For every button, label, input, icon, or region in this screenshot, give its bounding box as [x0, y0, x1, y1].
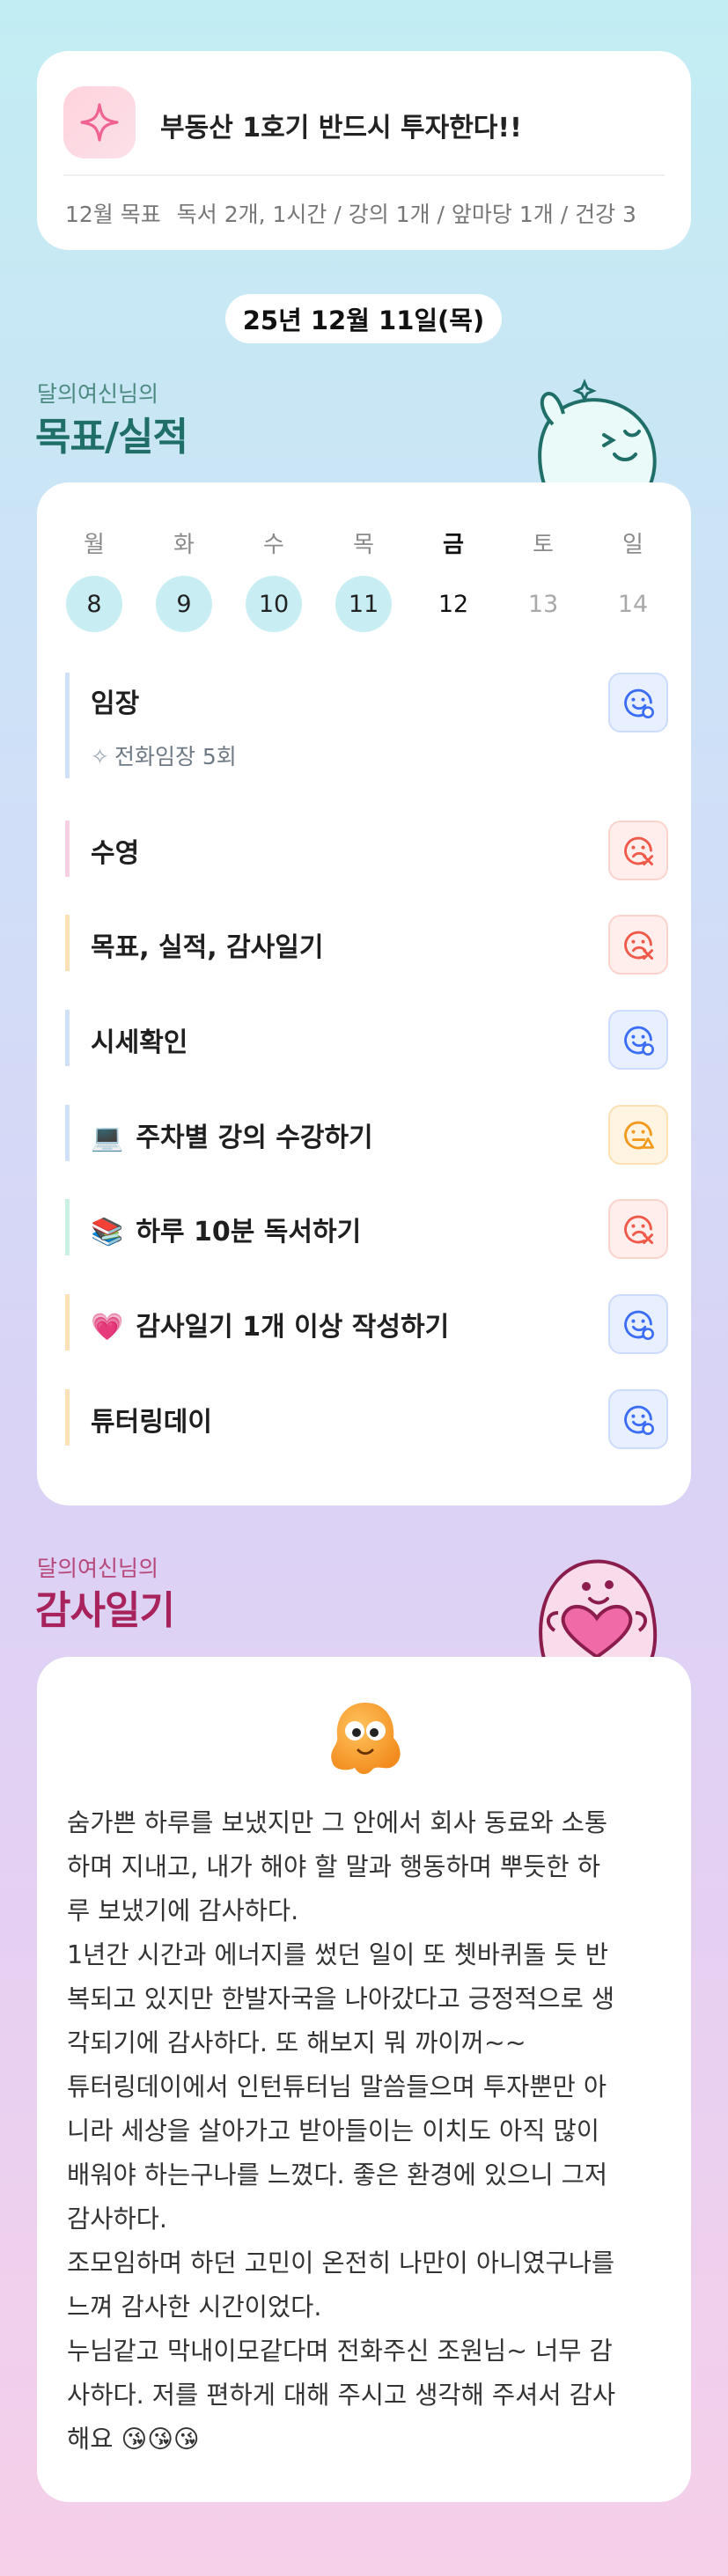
- day-name: 목: [353, 532, 374, 558]
- task-label-row: 💗 감사일기 1개 이상 작성하기: [91, 1305, 449, 1343]
- day-number: 8: [66, 576, 122, 632]
- status-face-icon[interactable]: [608, 1010, 668, 1070]
- task-item-gratitude[interactable]: 💗 감사일기 1개 이상 작성하기: [65, 1294, 668, 1354]
- status-face-icon[interactable]: [608, 1294, 668, 1354]
- day-name: 일: [622, 532, 643, 558]
- task-item-tutoring[interactable]: 튜터링데이: [65, 1389, 668, 1449]
- status-face-icon[interactable]: [608, 915, 668, 975]
- calendar-day[interactable]: 금 12: [424, 526, 482, 632]
- calendar-day[interactable]: 월 8: [65, 526, 123, 632]
- day-number: 12: [438, 590, 469, 618]
- task-label: 감사일기 1개 이상 작성하기: [136, 1312, 450, 1343]
- section-title-goals: 목표/실적: [35, 415, 188, 460]
- goal-summary-text: 독서 2개, 1시간 / 강의 1개 / 앞마당 1개 / 건강 3: [176, 202, 636, 227]
- status-face-icon[interactable]: [608, 821, 668, 880]
- day-name: 수: [263, 532, 284, 558]
- mascot-waving-illustration: [538, 379, 657, 487]
- task-label: 임장: [91, 688, 140, 719]
- day-name: 월: [84, 532, 105, 558]
- task-label: 수영: [91, 838, 140, 869]
- status-face-icon[interactable]: [608, 1199, 668, 1259]
- task-label: 목표, 실적, 감사일기: [91, 932, 324, 963]
- laptop-icon: 💻: [91, 1122, 124, 1153]
- day-number: 9: [156, 576, 212, 632]
- task-item-imjang[interactable]: 임장 ✧ 전화임장 5회: [65, 673, 668, 778]
- blob-face-icon: [331, 1703, 401, 1775]
- date-pill[interactable]: 25년 12월 11일(목): [225, 294, 502, 343]
- day-number: 14: [617, 590, 649, 618]
- goal-card[interactable]: 부동산 1호기 반드시 투자한다!! 12월 목표 독서 2개, 1시간 / 강의…: [37, 51, 691, 250]
- task-label: 튜터링데이: [91, 1407, 212, 1438]
- task-label-row: 📚 하루 10분 독서하기: [91, 1210, 361, 1248]
- task-item-lecture[interactable]: 💻 주차별 강의 수강하기: [65, 1105, 668, 1165]
- status-face-icon[interactable]: [608, 1389, 668, 1449]
- sparkle-icon: [63, 86, 136, 158]
- calendar-day[interactable]: 일 14: [604, 526, 662, 632]
- tasks-card: 월 8 화 9 수 10 목 11 금 12 토 13 일 14 임장 ✧전화: [37, 482, 691, 1505]
- day-name: 토: [533, 532, 554, 558]
- day-name: 화: [173, 532, 195, 558]
- goal-summary: 12월 목표 독서 2개, 1시간 / 강의 1개 / 앞마당 1개 / 건강 3: [65, 197, 636, 229]
- calendar-day[interactable]: 토 13: [514, 526, 572, 632]
- task-item-swim[interactable]: 수영: [65, 821, 668, 880]
- task-label-row: 💻 주차별 강의 수강하기: [91, 1115, 373, 1154]
- mascot-heart-illustration: [539, 1559, 658, 1660]
- status-face-icon[interactable]: [608, 1105, 668, 1165]
- goal-title: 부동산 1호기 반드시 투자한다!!: [160, 113, 522, 144]
- task-label: 시세확인: [91, 1027, 188, 1058]
- goal-month-label: 12월 목표: [65, 202, 161, 227]
- books-icon: 📚: [91, 1217, 124, 1248]
- day-number: 11: [335, 576, 392, 632]
- task-sub-label: 전화임장 5회: [114, 744, 237, 769]
- task-label: 주차별 강의 수강하기: [136, 1122, 373, 1153]
- calendar-day[interactable]: 수 10: [245, 526, 303, 632]
- diary-text: 숨가쁜 하루를 보냈지만 그 안에서 회사 동료와 소통 하며 지내고, 내가 …: [67, 1808, 616, 2454]
- divider: [63, 174, 665, 176]
- day-name: 금: [443, 532, 464, 558]
- heart-icon: 💗: [91, 1312, 124, 1343]
- task-label: 하루 10분 독서하기: [136, 1217, 362, 1248]
- sparkle-icon: ✧: [91, 744, 109, 769]
- section-owner: 달의여신님의: [37, 381, 159, 407]
- task-item-reading[interactable]: 📚 하루 10분 독서하기: [65, 1199, 668, 1259]
- status-face-icon[interactable]: [608, 673, 668, 732]
- calendar-day[interactable]: 목 11: [335, 526, 393, 632]
- task-item-journal[interactable]: 목표, 실적, 감사일기: [65, 915, 668, 975]
- day-number: 13: [527, 590, 559, 618]
- task-subitem: ✧ 전화임장 5회: [91, 740, 237, 771]
- day-number: 10: [246, 576, 302, 632]
- calendar-day[interactable]: 화 9: [155, 526, 213, 632]
- task-item-price-check[interactable]: 시세확인: [65, 1010, 668, 1070]
- section-title-gratitude: 감사일기: [35, 1588, 175, 1633]
- gratitude-diary-card: 숨가쁜 하루를 보냈지만 그 안에서 회사 동료와 소통 하며 지내고, 내가 …: [37, 1657, 691, 2502]
